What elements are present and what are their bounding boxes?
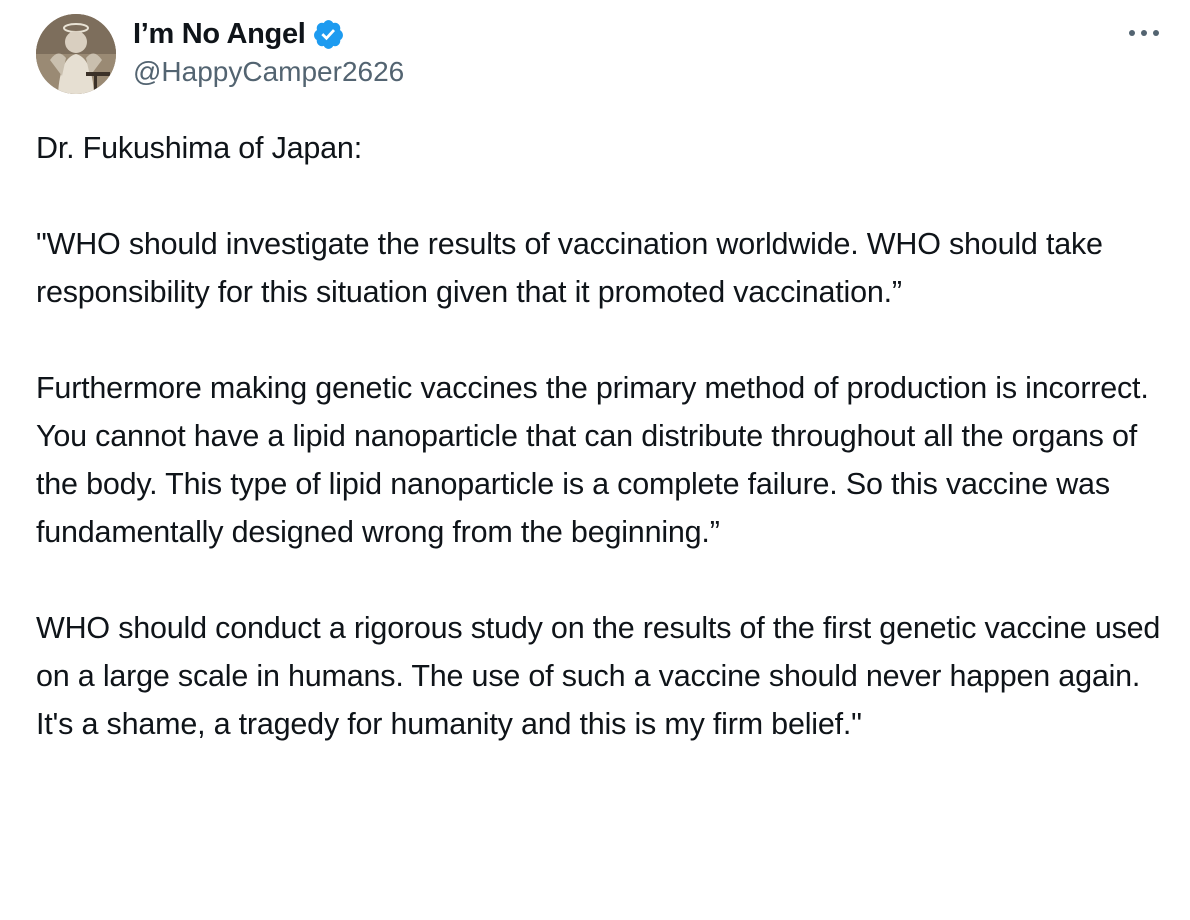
more-options-icon <box>1129 30 1159 36</box>
more-options-button[interactable] <box>1124 18 1164 48</box>
tweet-card: I’m No Angel @HappyCamper2626 Dr. Fukush… <box>0 0 1190 920</box>
avatar-photo-icon <box>36 14 116 94</box>
avatar[interactable] <box>36 14 116 94</box>
author-handle[interactable]: @HappyCamper2626 <box>133 56 404 88</box>
tweet-text: Dr. Fukushima of Japan: "WHO should inve… <box>36 124 1176 748</box>
tweet-paragraph: Furthermore making genetic vaccines the … <box>36 371 1149 549</box>
verified-badge-icon[interactable] <box>312 18 345 51</box>
author-name-row: I’m No Angel <box>133 16 345 52</box>
tweet-paragraph: WHO should conduct a rigorous study on t… <box>36 611 1161 741</box>
tweet-paragraph: Dr. Fukushima of Japan: <box>36 131 362 165</box>
tweet-paragraph: "WHO should investigate the results of v… <box>36 227 1103 309</box>
author-display-name[interactable]: I’m No Angel <box>133 18 306 51</box>
